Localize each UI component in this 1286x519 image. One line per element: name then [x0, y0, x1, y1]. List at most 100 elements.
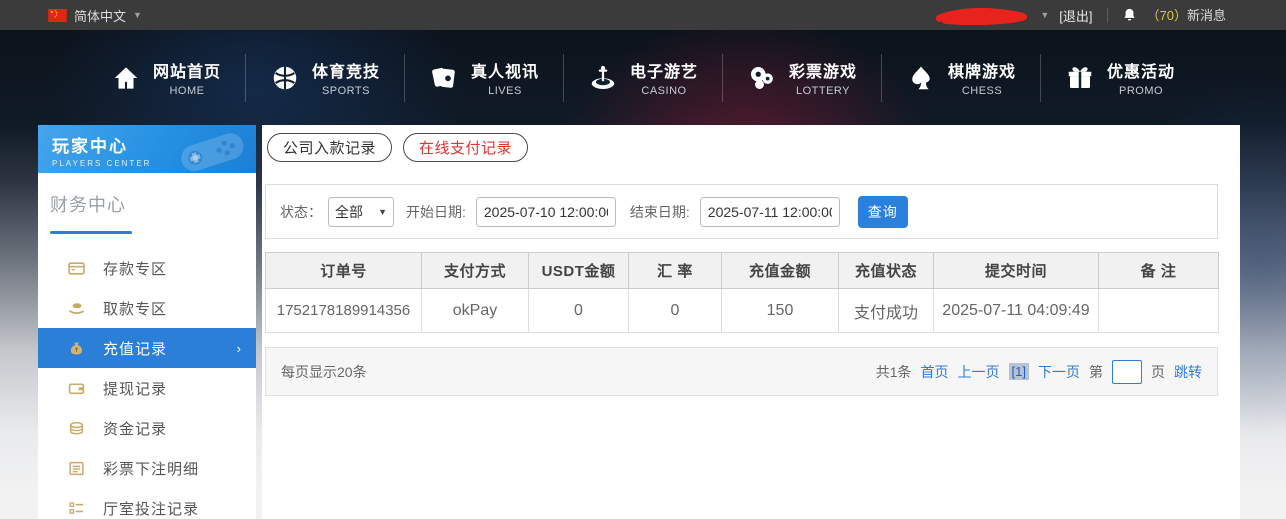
col-recharge-status: 充值状态 — [839, 253, 934, 289]
col-order-number: 订单号 — [266, 253, 422, 289]
sidebar-item-label: 提现记录 — [103, 378, 167, 399]
players-center-header: 玩家中心 PLAYERS CENTER — [38, 125, 256, 173]
cell-remarks — [1099, 289, 1219, 333]
start-date-label: 开始日期: — [406, 202, 466, 222]
status-select[interactable]: 全部 ▼ — [328, 197, 394, 227]
cell-payment-method: okPay — [422, 289, 529, 333]
nav-item-home[interactable]: 网站首页HOME — [87, 58, 245, 97]
nav-item-lottery[interactable]: 彩票游戏LOTTERY — [723, 58, 881, 97]
jump-button[interactable]: 跳转 — [1174, 362, 1202, 382]
current-page-indicator: [1] — [1009, 363, 1029, 380]
record-tabs: 公司入款记录 在线支付记录 — [267, 133, 1240, 162]
cell-exchange-rate: 0 — [629, 289, 722, 333]
language-selector[interactable]: 简体中文 ▼ — [48, 6, 142, 25]
sidebar-item-hall-bet-records[interactable]: 厅室投注记录 — [38, 488, 256, 519]
new-messages[interactable]: （70）新消息 — [1147, 5, 1226, 25]
roulette-icon — [588, 63, 618, 93]
coins-icon — [68, 420, 85, 437]
table-row: 1752178189914356 okPay 0 0 150 支付成功 2025… — [266, 289, 1219, 333]
sidebar-item-label: 存款专区 — [103, 258, 167, 279]
nav-label-en: SPORTS — [312, 85, 380, 97]
table-header-row: 订单号 支付方式 USDT金额 汇 率 充值金额 充值状态 提交时间 备 注 — [266, 253, 1219, 289]
cell-submit-time: 2025-07-11 04:09:49 — [934, 289, 1099, 333]
end-date-label: 结束日期: — [630, 202, 690, 222]
sidebar-item-label: 充值记录 — [103, 338, 167, 359]
sidebar-item-deposit[interactable]: 存款专区 — [38, 248, 256, 288]
finance-center-title: 财务中心 — [50, 191, 242, 231]
language-label: 简体中文 — [74, 6, 126, 25]
nav-item-sports[interactable]: 体育竞技 SPORTS — [246, 58, 404, 97]
cell-order-number: 1752178189914356 — [266, 289, 422, 333]
finance-center-section: 财务中心 — [38, 173, 256, 234]
col-payment-method: 支付方式 — [422, 253, 529, 289]
logout-button[interactable]: [退出] — [1059, 6, 1092, 25]
main-content: 公司入款记录 在线支付记录 状态： 全部 ▼ 开始日期: 结束日期: 查询 订单… — [262, 125, 1240, 519]
col-usdt-amount: USDT金额 — [529, 253, 629, 289]
cell-recharge-status: 支付成功 — [839, 289, 934, 333]
prev-page-link[interactable]: 上一页 — [958, 362, 1000, 382]
cell-usdt-amount: 0 — [529, 289, 629, 333]
sidebar-item-label: 彩票下注明细 — [103, 458, 199, 479]
sidebar-menu: 存款专区 取款专区 充值记录 › 提现记录 资金记录 彩票下注明细 — [38, 248, 256, 519]
sidebar-item-label: 资金记录 — [103, 418, 167, 439]
cell-recharge-amount: 150 — [722, 289, 839, 333]
first-page-link[interactable]: 首页 — [921, 362, 949, 382]
nav-label-zh: 优惠活动 — [1107, 58, 1175, 82]
user-menu-chevron-icon[interactable]: ▼ — [1040, 10, 1049, 20]
message-label: 新消息 — [1187, 8, 1226, 23]
filter-bar: 状态： 全部 ▼ 开始日期: 结束日期: 查询 — [265, 184, 1218, 239]
wallet-icon — [68, 380, 85, 397]
jump-suffix-label: 页 — [1151, 362, 1165, 382]
sidebar-item-withdrawal-records[interactable]: 提现记录 — [38, 368, 256, 408]
redacted-username-scribble — [932, 8, 1030, 25]
chevron-down-icon: ▼ — [378, 207, 387, 217]
chevron-right-icon: › — [237, 341, 242, 356]
home-icon — [111, 63, 141, 93]
sidebar-item-label: 厅室投注记录 — [103, 498, 199, 519]
main-navigation: 网站首页HOME 体育竞技 SPORTS 真人视讯LIVES 电子游艺CASINO… — [0, 30, 1286, 125]
jump-prefix-label: 第 — [1089, 362, 1103, 382]
sports-ball-icon — [270, 63, 300, 93]
nav-item-chess[interactable]: 棋牌游戏CHESS — [882, 58, 1040, 97]
deposit-card-icon — [68, 260, 85, 277]
message-count: （70） — [1147, 8, 1187, 23]
nav-label-zh: 棋牌游戏 — [948, 58, 1016, 82]
top-utility-bar: 简体中文 ▼ ▼ [退出] （70）新消息 — [0, 0, 1286, 30]
end-date-input[interactable] — [700, 197, 840, 227]
status-selected-value: 全部 — [335, 202, 363, 222]
playing-cards-icon — [429, 63, 459, 93]
sidebar-item-recharge-records[interactable]: 充值记录 › — [38, 328, 256, 368]
col-exchange-rate: 汇 率 — [629, 253, 722, 289]
status-label: 状态： — [280, 202, 322, 222]
total-count-text: 共1条 — [876, 362, 912, 382]
tab-online-payment-records[interactable]: 在线支付记录 — [403, 133, 528, 162]
start-date-input[interactable] — [476, 197, 616, 227]
bell-icon[interactable] — [1122, 7, 1137, 23]
tab-company-deposit-records[interactable]: 公司入款记录 — [267, 133, 392, 162]
pagination-bar: 每页显示20条 共1条 首页 上一页 [1] 下一页 第 页 跳转 — [265, 347, 1218, 396]
sidebar-item-lottery-bet-detail[interactable]: 彩票下注明细 — [38, 448, 256, 488]
nav-label-zh: 体育竞技 — [312, 58, 380, 82]
nav-item-promo[interactable]: 优惠活动 PROMO — [1041, 58, 1199, 97]
nav-label-zh: 网站首页 — [153, 58, 221, 82]
sidebar-item-withdraw[interactable]: 取款专区 — [38, 288, 256, 328]
nav-label-en: CASINO — [630, 85, 698, 97]
spade-icon — [906, 63, 936, 93]
page-jump-input[interactable] — [1112, 360, 1142, 384]
nav-item-casino[interactable]: 电子游艺CASINO — [564, 58, 722, 97]
sidebar: 玩家中心 PLAYERS CENTER 财务中心 存款专区 取款专区 — [38, 125, 256, 519]
gift-icon — [1065, 63, 1095, 93]
sidebar-item-fund-records[interactable]: 资金记录 — [38, 408, 256, 448]
chevron-down-icon: ▼ — [133, 10, 142, 20]
nav-label-zh: 彩票游戏 — [789, 58, 857, 82]
col-recharge-amount: 充值金额 — [722, 253, 839, 289]
page: 简体中文 ▼ ▼ [退出] （70）新消息 网站首页HOME 体育竞技 SPORT… — [0, 0, 1286, 519]
section-underline — [50, 231, 132, 234]
money-bag-icon — [68, 340, 85, 357]
next-page-link[interactable]: 下一页 — [1038, 362, 1080, 382]
query-button[interactable]: 查询 — [858, 196, 908, 228]
col-remarks: 备 注 — [1099, 253, 1219, 289]
nav-label-en: PROMO — [1107, 85, 1175, 97]
withdraw-hand-icon — [68, 300, 85, 317]
nav-item-lives[interactable]: 真人视讯LIVES — [405, 58, 563, 97]
